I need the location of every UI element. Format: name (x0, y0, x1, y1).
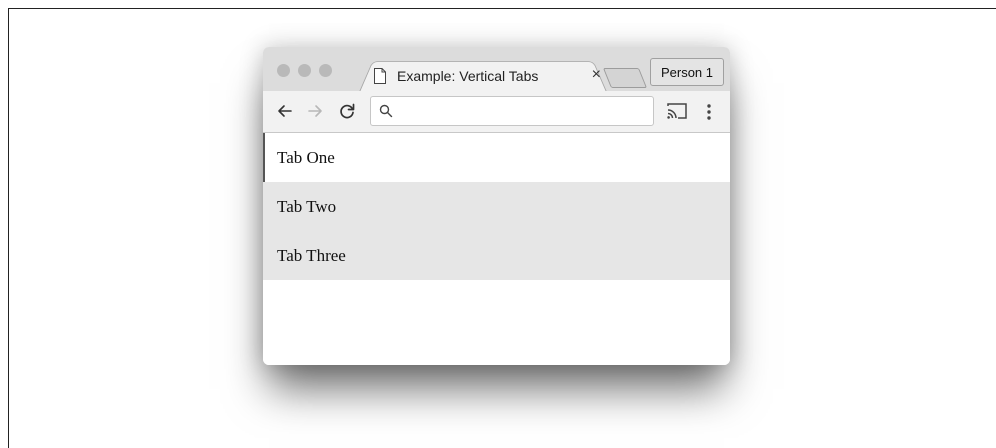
profile-button[interactable]: Person 1 (650, 58, 724, 86)
address-bar[interactable] (370, 96, 654, 126)
back-arrow-icon[interactable] (275, 101, 295, 121)
search-icon (379, 104, 393, 118)
new-tab-button[interactable] (602, 68, 648, 88)
menu-icon[interactable] (703, 102, 715, 122)
browser-window: Example: Vertical Tabs × Person 1 Tab On… (263, 47, 730, 365)
address-input[interactable] (397, 101, 651, 123)
reload-icon[interactable] (337, 101, 357, 121)
close-icon[interactable]: × (592, 66, 601, 84)
browser-tab-content: Example: Vertical Tabs × (371, 63, 601, 89)
forward-arrow-icon[interactable] (305, 101, 325, 121)
toolbar (263, 91, 730, 133)
tab-title: Example: Vertical Tabs (397, 68, 539, 84)
title-bar: Example: Vertical Tabs × Person 1 (263, 47, 730, 92)
vertical-tab-two[interactable]: Tab Two (263, 182, 730, 231)
zoom-window-button[interactable] (319, 64, 332, 77)
vertical-tab-three[interactable]: Tab Three (263, 231, 730, 280)
page-content: Tab One Tab Two Tab Three (263, 133, 730, 365)
document-icon (374, 68, 386, 84)
cast-icon[interactable] (666, 102, 688, 120)
vertical-tab-one[interactable]: Tab One (263, 133, 730, 182)
close-window-button[interactable] (277, 64, 290, 77)
minimize-window-button[interactable] (298, 64, 311, 77)
